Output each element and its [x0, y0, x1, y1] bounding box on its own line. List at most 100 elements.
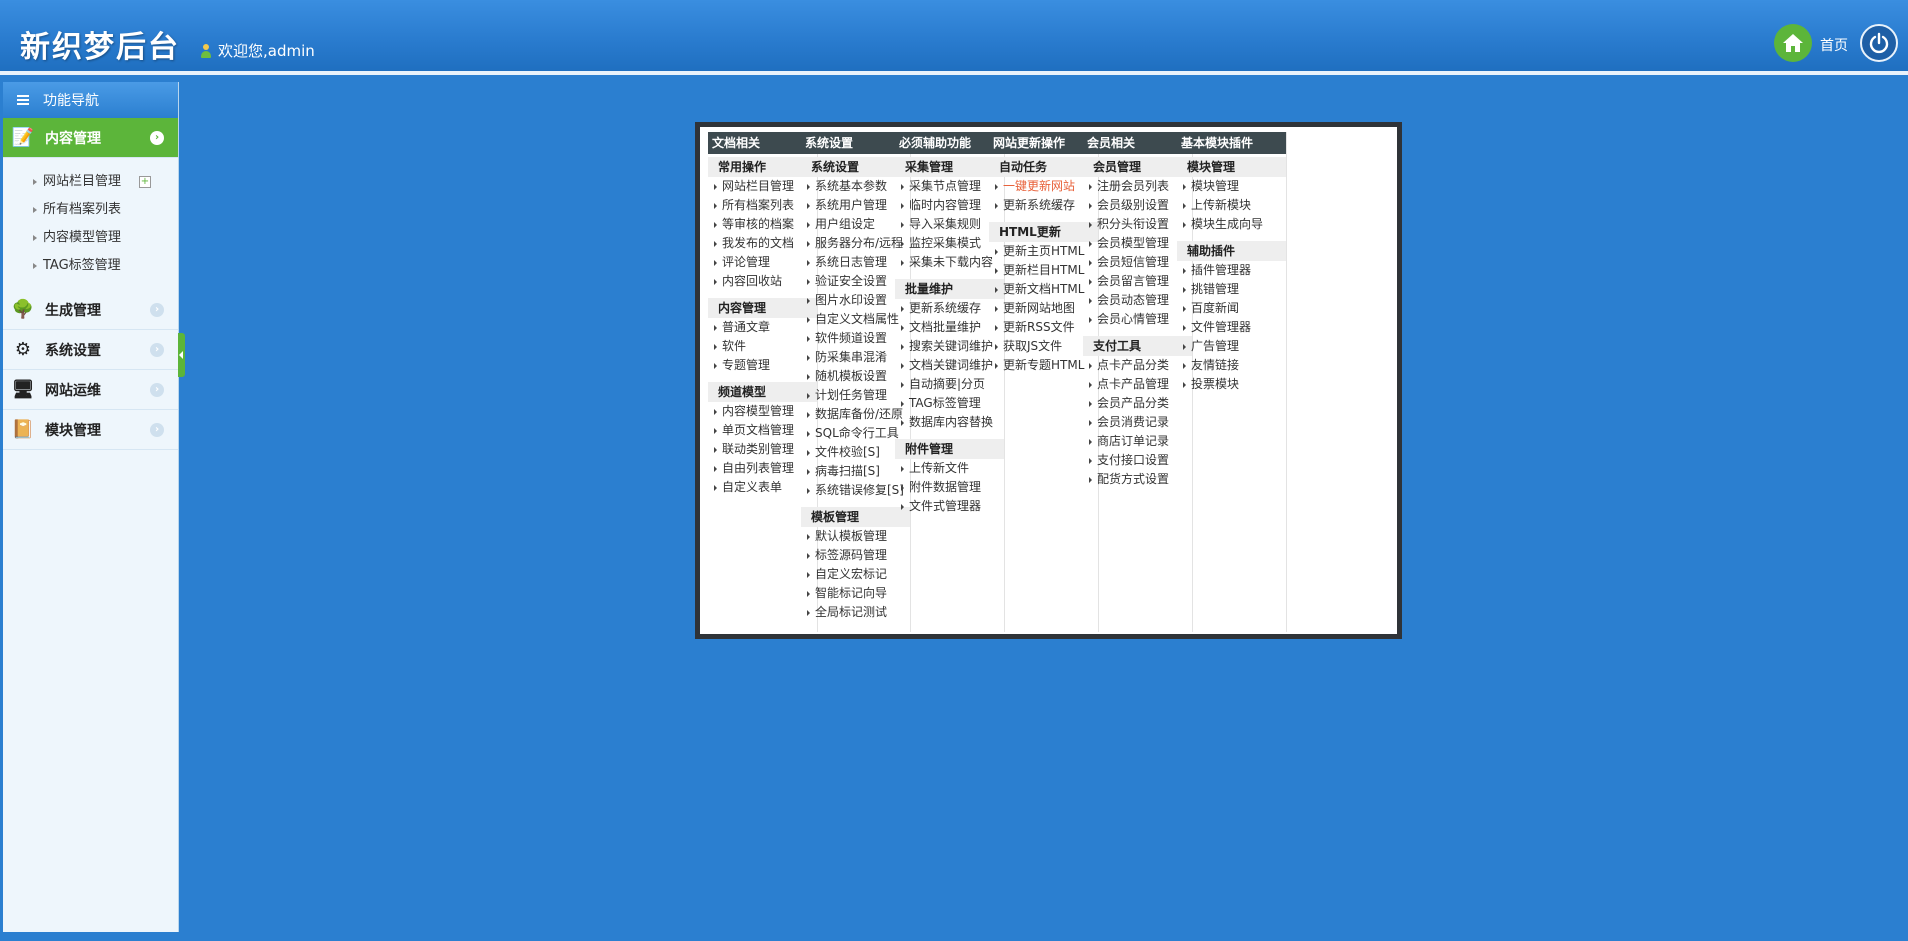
menu-link[interactable]: 会员动态管理: [1083, 291, 1192, 310]
menu-link[interactable]: 数据库内容替换: [895, 413, 1004, 432]
menu-link[interactable]: 防采集串混淆: [801, 348, 910, 367]
menu-link[interactable]: 系统用户管理: [801, 196, 910, 215]
add-icon[interactable]: +: [139, 176, 151, 188]
menu-link[interactable]: 图片水印设置: [801, 291, 910, 310]
menu-link[interactable]: 软件频道设置: [801, 329, 910, 348]
chevron-right-icon: ›: [150, 423, 164, 437]
group-title: 采集管理: [895, 157, 1004, 177]
menu-link[interactable]: 搜索关键词维护: [895, 337, 1004, 356]
sidebar-menu-generate[interactable]: 🌳 生成管理 ›: [3, 290, 178, 330]
menu-link[interactable]: 更新系统缓存: [895, 299, 1004, 318]
menu-link[interactable]: 服务器分布/远程: [801, 234, 910, 253]
group-title: 辅助插件: [1177, 241, 1286, 261]
sidebar-item-content-model[interactable]: 内容模型管理: [33, 224, 178, 252]
menu-link[interactable]: 更新网站地图: [989, 299, 1098, 318]
menu-link[interactable]: 更新文档HTML: [989, 280, 1098, 299]
home-link[interactable]: 首页: [1820, 35, 1848, 55]
menu-link[interactable]: 点卡产品管理: [1083, 375, 1192, 394]
sidebar-item-tag-manage[interactable]: TAG标签管理: [33, 252, 178, 280]
menu-link[interactable]: 系统日志管理: [801, 253, 910, 272]
menu-link[interactable]: 更新专题HTML: [989, 356, 1098, 375]
menu-link[interactable]: 支付接口设置: [1083, 451, 1192, 470]
menu-link[interactable]: 文档关键词维护: [895, 356, 1004, 375]
sidebar-collapse-handle[interactable]: [178, 333, 185, 377]
menu-link[interactable]: 注册会员列表: [1083, 177, 1192, 196]
menu-link[interactable]: 点卡产品分类: [1083, 356, 1192, 375]
app-logo: 新织梦后台: [20, 30, 180, 65]
menu-link[interactable]: 广告管理: [1177, 337, 1286, 356]
menu-link[interactable]: SQL命令行工具: [801, 424, 910, 443]
menu-link[interactable]: 计划任务管理: [801, 386, 910, 405]
chevron-right-icon: ›: [150, 303, 164, 317]
main-area: 文档相关 常用操作 网站栏目管理 所有档案列表 等审核的档案 我发布的文档 评论管理 内容回收…: [185, 82, 1905, 932]
menu-link[interactable]: 采集节点管理: [895, 177, 1004, 196]
menu-link[interactable]: 更新系统缓存: [989, 196, 1098, 215]
menu-link[interactable]: 挑错管理: [1177, 280, 1286, 299]
menu-link[interactable]: 文档批量维护: [895, 318, 1004, 337]
menu-link[interactable]: 更新主页HTML: [989, 242, 1098, 261]
menu-link[interactable]: 智能标记向导: [801, 584, 910, 603]
menu-link[interactable]: 会员模型管理: [1083, 234, 1192, 253]
menu-link[interactable]: 文件管理器: [1177, 318, 1286, 337]
menu-link[interactable]: 会员消费记录: [1083, 413, 1192, 432]
power-icon: [1869, 32, 1889, 54]
group-title: 会员管理: [1083, 157, 1192, 177]
welcome-text: 欢迎您,admin: [218, 42, 315, 60]
sidebar-item-all-archives[interactable]: 所有档案列表: [33, 196, 178, 224]
sidebar-menu-settings[interactable]: ⚙ 系统设置 ›: [3, 330, 178, 370]
menu-link[interactable]: 会员心情管理: [1083, 310, 1192, 329]
sidebar-item-column-manage[interactable]: 网站栏目管理 +: [33, 168, 178, 196]
menu-link[interactable]: 自定义宏标记: [801, 565, 910, 584]
menu-link[interactable]: 标签源码管理: [801, 546, 910, 565]
menu-link[interactable]: 上传新文件: [895, 459, 1004, 478]
menu-link[interactable]: 更新RSS文件: [989, 318, 1098, 337]
menu-link[interactable]: 数据库备份/还原: [801, 405, 910, 424]
menu-link[interactable]: 临时内容管理: [895, 196, 1004, 215]
menu-link[interactable]: 系统错误修复[S]: [801, 481, 910, 500]
menu-link[interactable]: 病毒扫描[S]: [801, 462, 910, 481]
menu-link[interactable]: 自动摘要|分页: [895, 375, 1004, 394]
menu-link[interactable]: 文件式管理器: [895, 497, 1004, 516]
menu-link[interactable]: 一键更新网站: [989, 177, 1098, 196]
menu-link[interactable]: 文件校验[S]: [801, 443, 910, 462]
menu-link[interactable]: 友情链接: [1177, 356, 1286, 375]
sidebar-menu-ops[interactable]: 🖥 网站运维 ›: [3, 370, 178, 410]
logout-button[interactable]: [1860, 24, 1898, 62]
menu-link[interactable]: 导入采集规则: [895, 215, 1004, 234]
menu-link[interactable]: 用户组设定: [801, 215, 910, 234]
menu-link[interactable]: 插件管理器: [1177, 261, 1286, 280]
menu-link[interactable]: TAG标签管理: [895, 394, 1004, 413]
sidebar-menu-content[interactable]: 📝 内容管理 ›: [3, 118, 178, 158]
group-title: 附件管理: [895, 439, 1004, 459]
menu-link[interactable]: 会员级别设置: [1083, 196, 1192, 215]
menu-link[interactable]: 会员短信管理: [1083, 253, 1192, 272]
menu-link[interactable]: 模块管理: [1177, 177, 1286, 196]
menu-link[interactable]: 系统基本参数: [801, 177, 910, 196]
user-icon: [200, 43, 212, 58]
sidebar-menu-label: 模块管理: [45, 422, 101, 439]
menu-link[interactable]: 会员留言管理: [1083, 272, 1192, 291]
menu-link[interactable]: 默认模板管理: [801, 527, 910, 546]
menu-link[interactable]: 采集未下载内容: [895, 253, 1004, 272]
menu-link[interactable]: 积分头衔设置: [1083, 215, 1192, 234]
home-button[interactable]: [1774, 24, 1812, 62]
menu-link[interactable]: 百度新闻: [1177, 299, 1286, 318]
sidebar-menu-modules[interactable]: 📔 模块管理 ›: [3, 410, 178, 450]
menu-link[interactable]: 模块生成向导: [1177, 215, 1286, 234]
menu-link[interactable]: 验证安全设置: [801, 272, 910, 291]
menu-link[interactable]: 附件数据管理: [895, 478, 1004, 497]
menu-link[interactable]: 更新栏目HTML: [989, 261, 1098, 280]
menu-link[interactable]: 自定义文档属性: [801, 310, 910, 329]
menu-link[interactable]: 商店订单记录: [1083, 432, 1192, 451]
menu-link[interactable]: 会员产品分类: [1083, 394, 1192, 413]
menu-link[interactable]: 投票模块: [1177, 375, 1286, 394]
menu-link[interactable]: 上传新模块: [1177, 196, 1286, 215]
menu-link[interactable]: 配货方式设置: [1083, 470, 1192, 489]
menu-link[interactable]: 获取JS文件: [989, 337, 1098, 356]
group-title: 系统设置: [801, 157, 910, 177]
menu-link[interactable]: 随机模板设置: [801, 367, 910, 386]
menu-link[interactable]: 监控采集模式: [895, 234, 1004, 253]
menu-link[interactable]: 全局标记测试: [801, 603, 910, 622]
